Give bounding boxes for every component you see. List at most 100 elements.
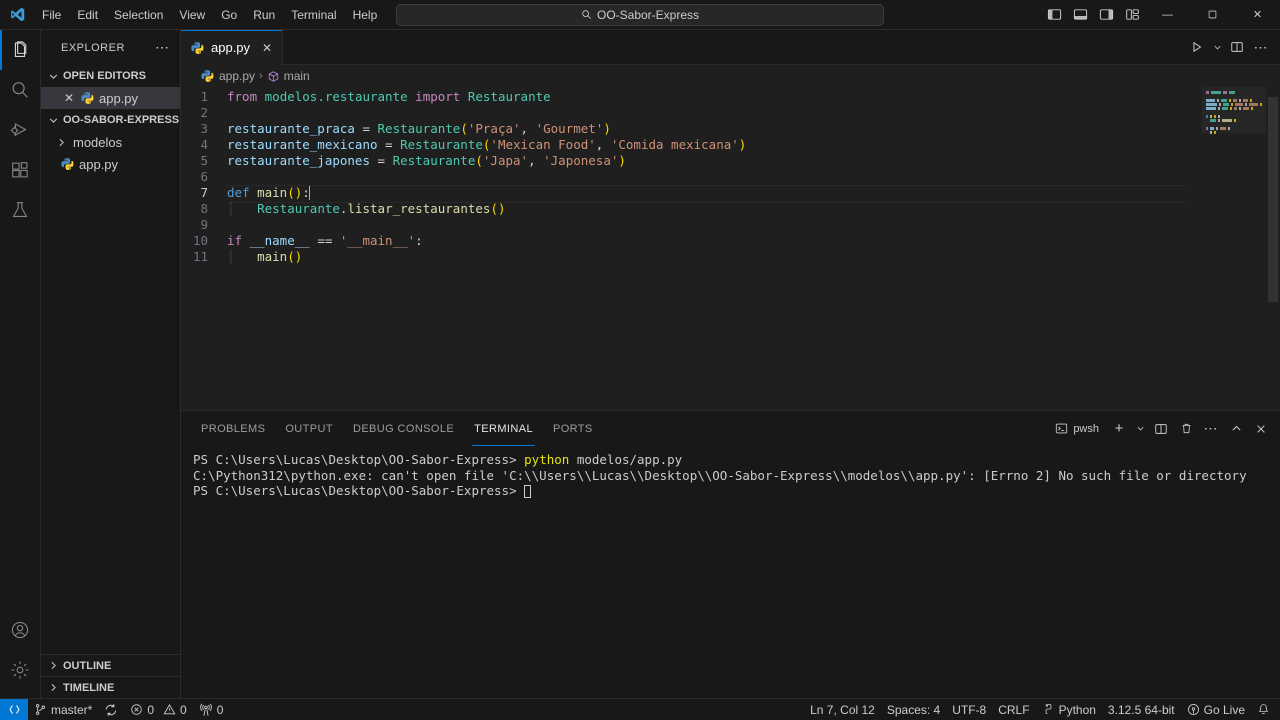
- more-actions-icon[interactable]: ⋯: [1250, 36, 1272, 58]
- activity-item-testing[interactable]: [0, 190, 41, 230]
- command-center-value: OO-Sabor-Express: [596, 7, 700, 22]
- code-token: restaurante_japones: [227, 153, 370, 168]
- menu-help[interactable]: Help: [345, 4, 386, 26]
- tree-item-modelos-folder[interactable]: modelos: [41, 131, 180, 153]
- status-editor-position[interactable]: Ln 7, Col 12: [804, 699, 881, 720]
- code-line: 3 restaurante_praca = Restaurante('Praça'…: [181, 121, 1202, 137]
- activity-item-extensions[interactable]: [0, 150, 41, 190]
- remote-window-icon[interactable]: [0, 698, 28, 720]
- code-token: main: [257, 185, 288, 200]
- status-indentation[interactable]: Spaces: 4: [881, 699, 946, 720]
- activity-item-accounts[interactable]: [0, 610, 41, 650]
- window-minimize-button[interactable]: —: [1145, 0, 1190, 30]
- split-terminal-icon[interactable]: [1150, 418, 1172, 440]
- toggle-panel-icon[interactable]: [1069, 4, 1091, 26]
- panel-tab-ports[interactable]: PORTS: [543, 411, 603, 446]
- activity-item-explorer[interactable]: [0, 30, 41, 70]
- status-python-interpreter[interactable]: 3.12.5 64-bit: [1102, 699, 1181, 720]
- status-notifications[interactable]: [1251, 699, 1280, 720]
- sidebar-more-actions-icon[interactable]: ⋯: [151, 39, 174, 56]
- status-encoding[interactable]: UTF-8: [946, 699, 992, 720]
- panel-tab-debug-console[interactable]: DEBUG CONSOLE: [343, 411, 464, 446]
- customize-layout-icon[interactable]: [1121, 4, 1143, 26]
- chevron-down-icon: [45, 114, 61, 127]
- code-token: ): [618, 153, 626, 168]
- section-outline[interactable]: OUTLINE: [41, 654, 180, 676]
- code-token: ): [603, 121, 611, 136]
- status-eol[interactable]: CRLF: [992, 699, 1035, 720]
- code-token: ): [738, 137, 747, 152]
- more-actions-icon[interactable]: ⋯: [1200, 418, 1222, 440]
- chevron-down-icon[interactable]: [1210, 36, 1224, 58]
- line-number: 11: [192, 249, 208, 264]
- panel-tab-terminal[interactable]: TERMINAL: [464, 411, 543, 446]
- menu-go[interactable]: Go: [213, 4, 245, 26]
- line-number: 9: [200, 217, 208, 232]
- terminal-shell-selector[interactable]: pwsh: [1049, 418, 1105, 440]
- code-token: from: [227, 89, 265, 104]
- code-content-area[interactable]: 1 from modelos.restaurante import Restaur…: [181, 87, 1202, 410]
- tree-item-app-py[interactable]: app.py: [41, 153, 180, 175]
- scrollbar-thumb[interactable]: [1268, 97, 1278, 302]
- tab-app-py[interactable]: app.py ✕: [181, 30, 284, 65]
- tab-bar-empty-area: [283, 30, 1186, 65]
- close-panel-icon[interactable]: [1250, 418, 1272, 440]
- menu-run[interactable]: Run: [245, 4, 283, 26]
- chevron-down-icon[interactable]: [1133, 418, 1147, 440]
- status-ports[interactable]: 0: [193, 699, 230, 720]
- menu-edit[interactable]: Edit: [69, 4, 106, 26]
- status-problems[interactable]: 0 0: [124, 699, 192, 720]
- menu-file[interactable]: File: [34, 4, 69, 26]
- editor-vertical-scrollbar[interactable]: [1266, 87, 1280, 410]
- vscode-window: File Edit Selection View Go Run Terminal…: [0, 0, 1280, 720]
- toggle-primary-sidebar-icon[interactable]: [1043, 4, 1065, 26]
- window-maximize-button[interactable]: [1190, 0, 1235, 30]
- panel-tab-problems[interactable]: PROBLEMS: [191, 411, 275, 446]
- open-editor-app-py[interactable]: ✕ app.py: [41, 87, 180, 109]
- panel-tab-output[interactable]: OUTPUT: [275, 411, 343, 446]
- section-open-editors[interactable]: OPEN EDITORS: [41, 65, 180, 87]
- line-number: 8: [200, 201, 208, 216]
- text-cursor: [308, 186, 310, 200]
- section-timeline[interactable]: TIMELINE: [41, 676, 180, 698]
- window-close-button[interactable]: ✕: [1235, 0, 1280, 30]
- tab-close-icon[interactable]: ✕: [262, 41, 272, 55]
- code-line-text: restaurante_japones = Restaurante('Japa'…: [227, 153, 1202, 169]
- code-line: 8 │ Restaurante.listar_restaurantes(): [181, 201, 1202, 217]
- workspace-folder-label: OO-SABOR-EXPRESS: [63, 114, 180, 126]
- kill-terminal-icon[interactable]: [1175, 418, 1197, 440]
- code-editor[interactable]: 1 from modelos.restaurante import Restaur…: [181, 87, 1280, 410]
- maximize-panel-icon[interactable]: [1225, 418, 1247, 440]
- editor-minimap[interactable]: [1202, 87, 1266, 410]
- breadcrumb-symbol[interactable]: main: [284, 69, 310, 83]
- activity-item-run-and-debug[interactable]: [0, 110, 41, 150]
- status-language-mode[interactable]: Python: [1036, 699, 1102, 720]
- menu-view[interactable]: View: [171, 4, 213, 26]
- chevron-right-icon: [45, 681, 61, 694]
- status-source-control[interactable]: master*: [28, 699, 98, 720]
- terminal-icon: [1055, 422, 1068, 435]
- menu-selection[interactable]: Selection: [106, 4, 171, 26]
- code-token: 'Japonesa': [543, 153, 619, 168]
- command-center-search[interactable]: OO-Sabor-Express: [396, 3, 884, 26]
- code-token: =: [370, 153, 393, 168]
- activity-item-manage-gear-icon[interactable]: [0, 650, 41, 690]
- section-workspace-folder[interactable]: OO-SABOR-EXPRESS: [41, 109, 180, 131]
- status-sync-changes[interactable]: [98, 699, 124, 720]
- menu-terminal[interactable]: Terminal: [283, 4, 344, 26]
- run-python-file-icon[interactable]: [1186, 36, 1208, 58]
- terminal-cursor: [524, 485, 532, 498]
- status-errors-count: 0: [147, 702, 155, 717]
- breadcrumb-file[interactable]: app.py: [219, 69, 255, 83]
- status-go-live[interactable]: Go Live: [1181, 699, 1251, 720]
- code-line-text: def main():: [227, 185, 1202, 203]
- warning-icon: [163, 703, 176, 716]
- new-terminal-icon[interactable]: +: [1108, 418, 1130, 440]
- menu-bar: File Edit Selection View Go Run Terminal…: [34, 0, 385, 30]
- toggle-secondary-sidebar-icon[interactable]: [1095, 4, 1117, 26]
- close-editor-icon[interactable]: ✕: [61, 91, 77, 105]
- terminal-output[interactable]: PS C:\Users\Lucas\Desktop\OO-Sabor-Expre…: [181, 446, 1280, 698]
- activity-item-search[interactable]: [0, 70, 41, 110]
- split-editor-icon[interactable]: [1226, 36, 1248, 58]
- code-token: (: [475, 153, 483, 168]
